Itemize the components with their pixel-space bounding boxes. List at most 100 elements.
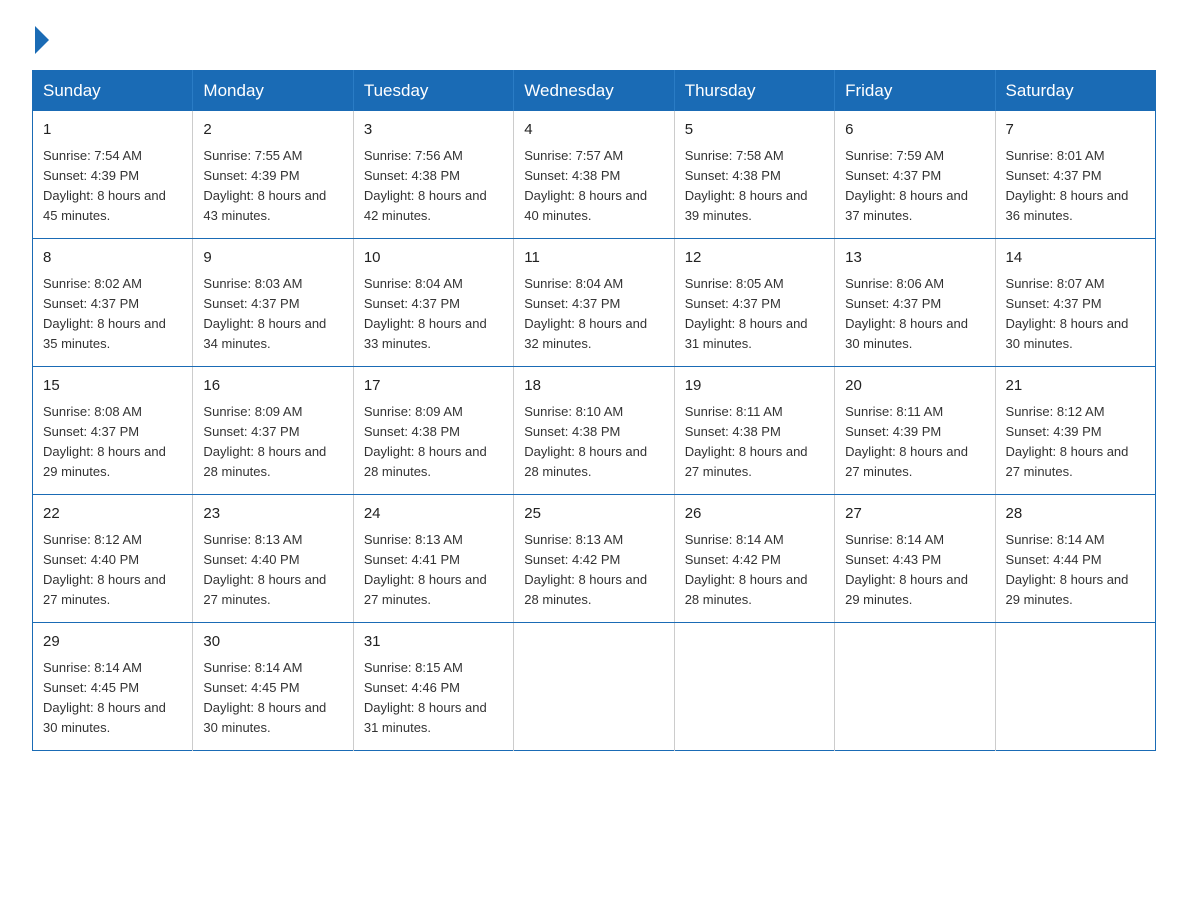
day-number: 28 [1006,503,1145,526]
calendar-week-row: 1 Sunrise: 7:54 AMSunset: 4:39 PMDayligh… [33,111,1156,239]
day-info: Sunrise: 7:54 AMSunset: 4:39 PMDaylight:… [43,148,166,223]
calendar-cell: 15 Sunrise: 8:08 AMSunset: 4:37 PMDaylig… [33,367,193,495]
calendar-cell: 29 Sunrise: 8:14 AMSunset: 4:45 PMDaylig… [33,623,193,751]
logo-triangle-icon [35,26,49,54]
calendar-cell: 10 Sunrise: 8:04 AMSunset: 4:37 PMDaylig… [353,239,513,367]
calendar-cell: 11 Sunrise: 8:04 AMSunset: 4:37 PMDaylig… [514,239,674,367]
day-number: 15 [43,375,182,398]
day-number: 3 [364,119,503,142]
calendar-cell: 24 Sunrise: 8:13 AMSunset: 4:41 PMDaylig… [353,495,513,623]
calendar-week-row: 29 Sunrise: 8:14 AMSunset: 4:45 PMDaylig… [33,623,1156,751]
column-header-tuesday: Tuesday [353,71,513,112]
calendar-header-row: SundayMondayTuesdayWednesdayThursdayFrid… [33,71,1156,112]
day-number: 12 [685,247,824,270]
day-number: 30 [203,631,342,654]
day-info: Sunrise: 8:15 AMSunset: 4:46 PMDaylight:… [364,660,487,735]
day-info: Sunrise: 8:14 AMSunset: 4:42 PMDaylight:… [685,532,808,607]
day-info: Sunrise: 7:58 AMSunset: 4:38 PMDaylight:… [685,148,808,223]
calendar-cell: 16 Sunrise: 8:09 AMSunset: 4:37 PMDaylig… [193,367,353,495]
calendar-cell: 25 Sunrise: 8:13 AMSunset: 4:42 PMDaylig… [514,495,674,623]
calendar-cell [514,623,674,751]
calendar-cell: 21 Sunrise: 8:12 AMSunset: 4:39 PMDaylig… [995,367,1155,495]
calendar-cell: 17 Sunrise: 8:09 AMSunset: 4:38 PMDaylig… [353,367,513,495]
day-info: Sunrise: 7:57 AMSunset: 4:38 PMDaylight:… [524,148,647,223]
calendar-cell: 6 Sunrise: 7:59 AMSunset: 4:37 PMDayligh… [835,111,995,239]
calendar-cell [835,623,995,751]
day-number: 17 [364,375,503,398]
day-number: 9 [203,247,342,270]
day-number: 21 [1006,375,1145,398]
day-number: 18 [524,375,663,398]
day-info: Sunrise: 8:13 AMSunset: 4:40 PMDaylight:… [203,532,326,607]
day-info: Sunrise: 8:11 AMSunset: 4:39 PMDaylight:… [845,404,968,479]
calendar-cell [995,623,1155,751]
calendar-cell: 30 Sunrise: 8:14 AMSunset: 4:45 PMDaylig… [193,623,353,751]
day-info: Sunrise: 7:59 AMSunset: 4:37 PMDaylight:… [845,148,968,223]
day-info: Sunrise: 8:02 AMSunset: 4:37 PMDaylight:… [43,276,166,351]
calendar-cell: 14 Sunrise: 8:07 AMSunset: 4:37 PMDaylig… [995,239,1155,367]
calendar-cell: 8 Sunrise: 8:02 AMSunset: 4:37 PMDayligh… [33,239,193,367]
day-info: Sunrise: 8:01 AMSunset: 4:37 PMDaylight:… [1006,148,1129,223]
calendar-cell: 13 Sunrise: 8:06 AMSunset: 4:37 PMDaylig… [835,239,995,367]
day-number: 27 [845,503,984,526]
day-number: 22 [43,503,182,526]
day-info: Sunrise: 8:12 AMSunset: 4:39 PMDaylight:… [1006,404,1129,479]
day-info: Sunrise: 8:09 AMSunset: 4:38 PMDaylight:… [364,404,487,479]
day-info: Sunrise: 8:14 AMSunset: 4:45 PMDaylight:… [43,660,166,735]
day-number: 11 [524,247,663,270]
day-number: 4 [524,119,663,142]
day-number: 24 [364,503,503,526]
calendar-cell: 9 Sunrise: 8:03 AMSunset: 4:37 PMDayligh… [193,239,353,367]
calendar-cell: 27 Sunrise: 8:14 AMSunset: 4:43 PMDaylig… [835,495,995,623]
day-number: 23 [203,503,342,526]
calendar-cell [674,623,834,751]
day-number: 8 [43,247,182,270]
day-number: 19 [685,375,824,398]
day-number: 6 [845,119,984,142]
day-info: Sunrise: 8:05 AMSunset: 4:37 PMDaylight:… [685,276,808,351]
day-number: 29 [43,631,182,654]
calendar-cell: 22 Sunrise: 8:12 AMSunset: 4:40 PMDaylig… [33,495,193,623]
day-info: Sunrise: 8:07 AMSunset: 4:37 PMDaylight:… [1006,276,1129,351]
calendar-cell: 3 Sunrise: 7:56 AMSunset: 4:38 PMDayligh… [353,111,513,239]
logo [32,24,49,50]
calendar-cell: 7 Sunrise: 8:01 AMSunset: 4:37 PMDayligh… [995,111,1155,239]
calendar-week-row: 15 Sunrise: 8:08 AMSunset: 4:37 PMDaylig… [33,367,1156,495]
day-info: Sunrise: 8:10 AMSunset: 4:38 PMDaylight:… [524,404,647,479]
calendar-cell: 18 Sunrise: 8:10 AMSunset: 4:38 PMDaylig… [514,367,674,495]
day-number: 26 [685,503,824,526]
day-number: 25 [524,503,663,526]
calendar-cell: 1 Sunrise: 7:54 AMSunset: 4:39 PMDayligh… [33,111,193,239]
calendar-cell: 4 Sunrise: 7:57 AMSunset: 4:38 PMDayligh… [514,111,674,239]
day-info: Sunrise: 8:03 AMSunset: 4:37 PMDaylight:… [203,276,326,351]
day-number: 5 [685,119,824,142]
day-number: 1 [43,119,182,142]
calendar-cell: 23 Sunrise: 8:13 AMSunset: 4:40 PMDaylig… [193,495,353,623]
calendar-cell: 12 Sunrise: 8:05 AMSunset: 4:37 PMDaylig… [674,239,834,367]
calendar-week-row: 8 Sunrise: 8:02 AMSunset: 4:37 PMDayligh… [33,239,1156,367]
day-info: Sunrise: 8:12 AMSunset: 4:40 PMDaylight:… [43,532,166,607]
day-info: Sunrise: 8:04 AMSunset: 4:37 PMDaylight:… [364,276,487,351]
calendar-cell: 31 Sunrise: 8:15 AMSunset: 4:46 PMDaylig… [353,623,513,751]
calendar-cell: 28 Sunrise: 8:14 AMSunset: 4:44 PMDaylig… [995,495,1155,623]
day-number: 2 [203,119,342,142]
calendar-cell: 26 Sunrise: 8:14 AMSunset: 4:42 PMDaylig… [674,495,834,623]
day-info: Sunrise: 8:14 AMSunset: 4:44 PMDaylight:… [1006,532,1129,607]
calendar-cell: 20 Sunrise: 8:11 AMSunset: 4:39 PMDaylig… [835,367,995,495]
day-info: Sunrise: 7:56 AMSunset: 4:38 PMDaylight:… [364,148,487,223]
column-header-thursday: Thursday [674,71,834,112]
day-number: 10 [364,247,503,270]
column-header-sunday: Sunday [33,71,193,112]
day-number: 16 [203,375,342,398]
day-info: Sunrise: 8:13 AMSunset: 4:42 PMDaylight:… [524,532,647,607]
column-header-wednesday: Wednesday [514,71,674,112]
day-info: Sunrise: 8:14 AMSunset: 4:45 PMDaylight:… [203,660,326,735]
column-header-monday: Monday [193,71,353,112]
column-header-friday: Friday [835,71,995,112]
page-header [32,24,1156,50]
column-header-saturday: Saturday [995,71,1155,112]
calendar-table: SundayMondayTuesdayWednesdayThursdayFrid… [32,70,1156,751]
calendar-cell: 19 Sunrise: 8:11 AMSunset: 4:38 PMDaylig… [674,367,834,495]
day-info: Sunrise: 8:11 AMSunset: 4:38 PMDaylight:… [685,404,808,479]
day-number: 13 [845,247,984,270]
